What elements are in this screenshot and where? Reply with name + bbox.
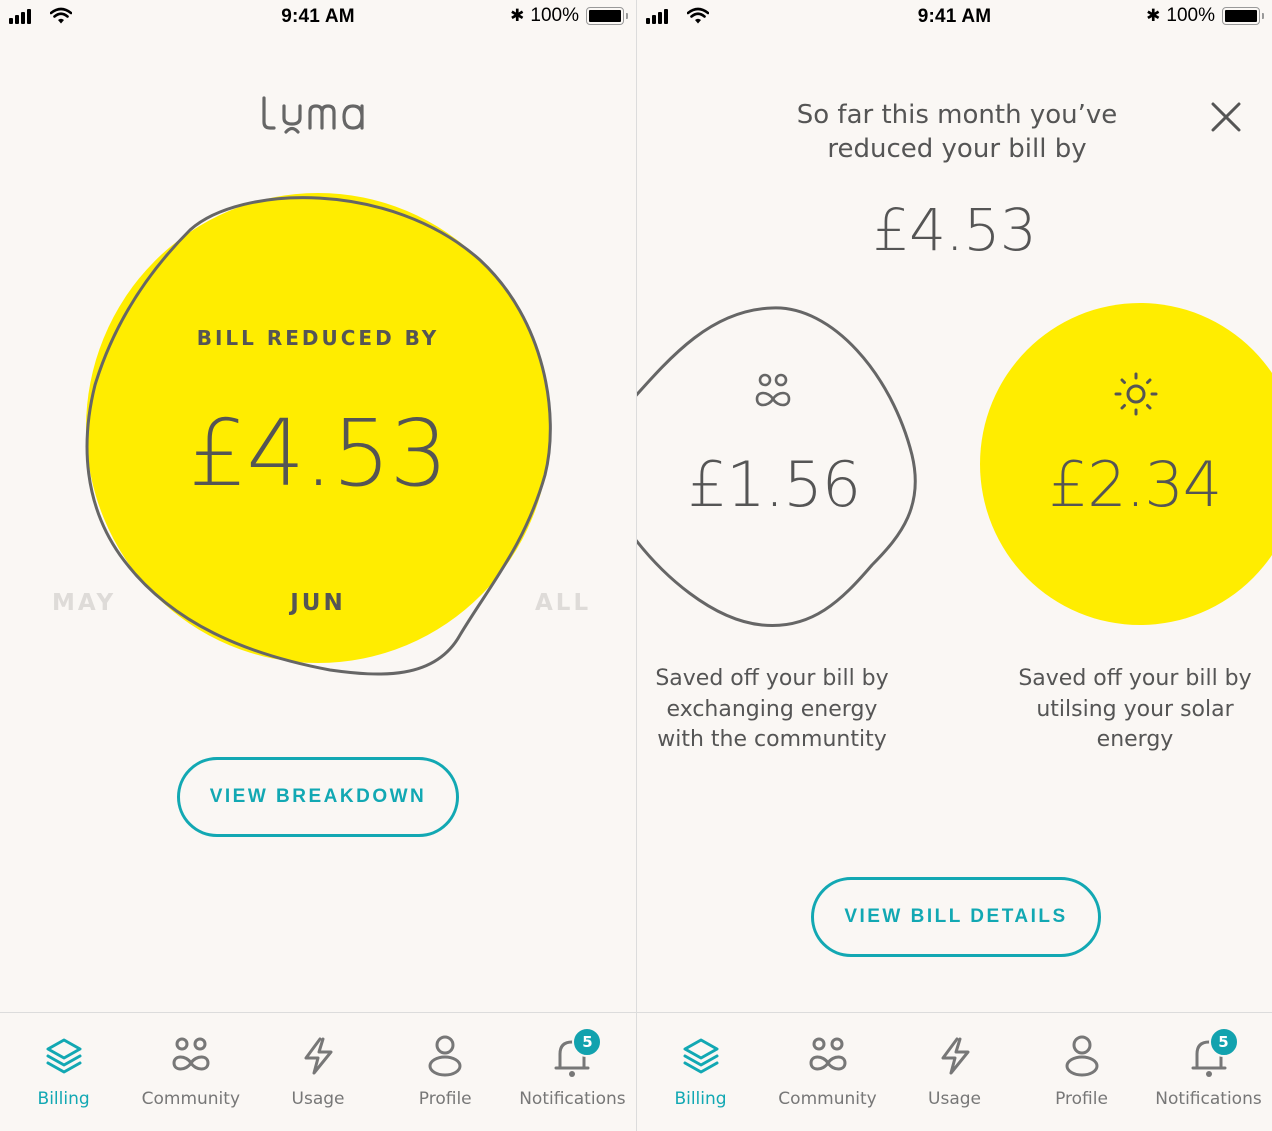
notification-badge: 5 — [572, 1027, 603, 1057]
tab-profile[interactable]: Profile — [382, 1013, 509, 1131]
layers-icon — [46, 1038, 82, 1074]
tab-label: Community — [141, 1089, 240, 1109]
month-all[interactable]: ALL — [535, 590, 591, 616]
tab-label: Profile — [1055, 1089, 1108, 1109]
tab-label: Billing — [37, 1089, 90, 1109]
status-bar: 9:41 AM ✱ 100% — [0, 0, 636, 36]
tab-bar: Billing Community Usage Profile 5 Notifi… — [637, 1012, 1272, 1131]
solar-saving-amount: £2.34 — [1048, 448, 1223, 521]
community-saving-description: Saved off your bill by exchanging energy… — [655, 666, 889, 752]
tab-label: Community — [778, 1089, 877, 1109]
community-icon — [755, 373, 791, 407]
breakdown-heading: So far this month you’ve reduced your bi… — [796, 100, 1118, 164]
bluetooth-icon: ✱ — [1146, 6, 1161, 25]
tab-label: Notifications — [519, 1089, 626, 1109]
tab-billing[interactable]: Billing — [637, 1013, 764, 1131]
tab-community[interactable]: Community — [764, 1013, 891, 1131]
billing-screen: 9:41 AM ✱ 100% BILL REDUCED BY £4.53 MAY… — [0, 0, 636, 1131]
tab-usage[interactable]: Usage — [254, 1013, 381, 1131]
tab-notifications[interactable]: 5 Notifications — [509, 1013, 636, 1131]
lightning-icon — [304, 1037, 333, 1075]
tab-notifications[interactable]: 5 Notifications — [1145, 1013, 1272, 1131]
luma-logo — [0, 92, 636, 136]
battery-icon — [1222, 7, 1264, 25]
battery-percent: 100% — [1166, 5, 1215, 26]
bill-label: BILL REDUCED BY — [196, 326, 440, 350]
tab-community[interactable]: Community — [127, 1013, 254, 1131]
tab-label: Billing — [674, 1089, 727, 1109]
total-saving: £4.53 — [872, 196, 1037, 264]
tab-label: Usage — [928, 1089, 981, 1109]
view-bill-details-button[interactable]: VIEW BILL DETAILS — [811, 877, 1101, 957]
layers-icon — [683, 1038, 718, 1074]
community-saving-amount: £1.56 — [687, 448, 862, 521]
tab-billing[interactable]: Billing — [0, 1013, 127, 1131]
close-icon[interactable] — [1209, 100, 1243, 134]
tab-profile[interactable]: Profile — [1018, 1013, 1145, 1131]
person-icon — [1065, 1035, 1098, 1077]
battery-percent: 100% — [530, 5, 579, 26]
bill-amount: £4.53 — [188, 400, 448, 507]
person-icon — [428, 1035, 462, 1077]
tab-bar: Billing Community Usage Profile 5 Notifi… — [0, 1012, 636, 1131]
tab-label: Usage — [291, 1089, 345, 1109]
tab-label: Profile — [418, 1089, 472, 1109]
breakdown-screen: 9:41 AM ✱ 100% So far this month you’ve … — [637, 0, 1272, 1131]
tab-label: Notifications — [1155, 1089, 1262, 1109]
community-icon — [172, 1037, 210, 1071]
battery-icon — [586, 7, 628, 25]
community-icon — [808, 1037, 847, 1071]
notification-badge: 5 — [1208, 1027, 1239, 1057]
solar-saving-description: Saved off your bill by utilsing your sol… — [1018, 666, 1252, 752]
tab-usage[interactable]: Usage — [891, 1013, 1018, 1131]
view-breakdown-button[interactable]: VIEW BREAKDOWN — [177, 757, 459, 837]
lightning-icon — [941, 1037, 969, 1075]
bluetooth-icon: ✱ — [510, 6, 525, 25]
status-bar: 9:41 AM ✱ 100% — [637, 0, 1272, 36]
sun-icon — [1114, 372, 1158, 416]
luma-logo-mark — [262, 96, 364, 134]
